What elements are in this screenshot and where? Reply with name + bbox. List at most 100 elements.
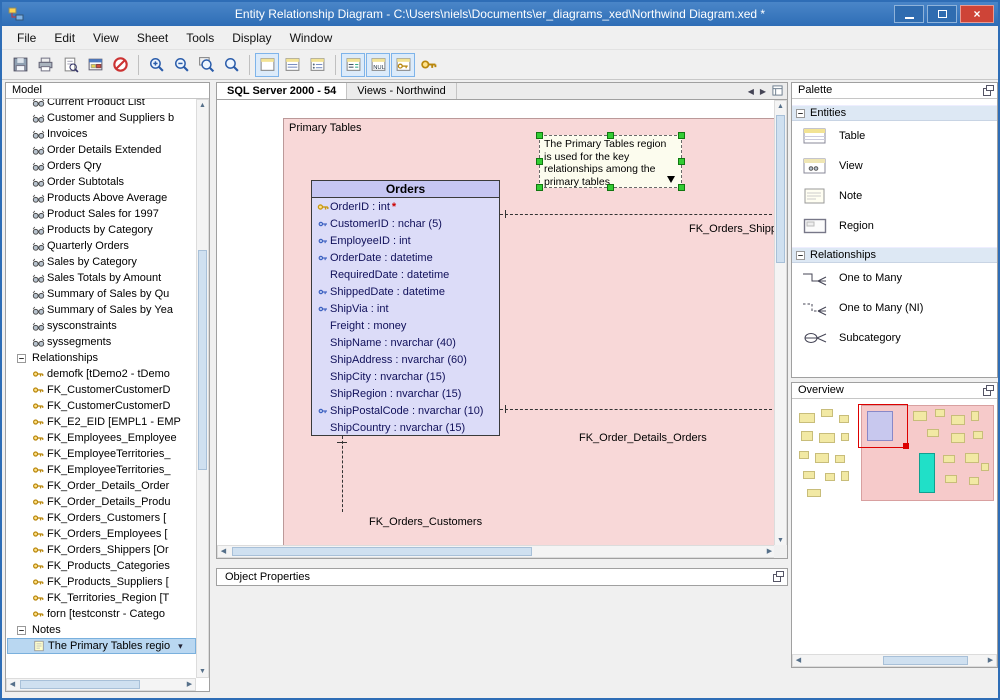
scroll-thumb[interactable] xyxy=(776,115,785,263)
palette-section-relationships[interactable]: Relationships xyxy=(792,247,997,263)
tree-node-relationships[interactable]: Relationships xyxy=(7,350,196,366)
maximize-button[interactable] xyxy=(927,5,957,23)
menu-tools[interactable]: Tools xyxy=(177,26,223,50)
entity-field[interactable]: ShipAddress : nvarchar (60) xyxy=(312,351,499,368)
tree-item-relationship[interactable]: demofk [tDemo2 - tDemo xyxy=(7,366,196,382)
model-tree-vertical-scrollbar[interactable]: ▲ ▼ xyxy=(196,99,209,678)
selection-handle[interactable] xyxy=(536,132,543,139)
orders-entity-title[interactable]: Orders xyxy=(312,181,499,198)
scroll-thumb[interactable] xyxy=(198,250,207,470)
entity-field[interactable]: ShippedDate : datetime xyxy=(312,283,499,300)
scroll-thumb[interactable] xyxy=(883,656,968,665)
tree-item-relationship[interactable]: FK_Order_Details_Produ xyxy=(7,494,196,510)
tree-item-relationship[interactable]: forn [testconstr - Catego xyxy=(7,606,196,622)
display-compact-button[interactable] xyxy=(305,53,329,77)
entity-field[interactable]: EmployeeID : int xyxy=(312,232,499,249)
palette-item-region[interactable]: Region xyxy=(792,211,997,241)
menu-sheet[interactable]: Sheet xyxy=(128,26,177,50)
model-tree-horizontal-scrollbar[interactable]: ◀ ▶ xyxy=(6,678,196,691)
save-button[interactable] xyxy=(8,53,32,77)
entity-field[interactable]: CustomerID : nchar (5) xyxy=(312,215,499,232)
scroll-up-icon[interactable]: ▲ xyxy=(775,101,786,112)
selection-handle[interactable] xyxy=(536,158,543,165)
primary-tables-region[interactable]: Primary Tables FK_Orders_Shippers FK_Ord… xyxy=(283,118,776,547)
tree-item-relationship[interactable]: FK_Products_Suppliers [ xyxy=(7,574,196,590)
selection-handle[interactable] xyxy=(607,132,614,139)
entity-field[interactable]: OrderDate : datetime xyxy=(312,249,499,266)
titlebar[interactable]: Entity Relationship Diagram - C:\Users\n… xyxy=(2,2,998,26)
show-datatypes-button[interactable] xyxy=(341,53,365,77)
scroll-up-icon[interactable]: ▲ xyxy=(197,100,208,111)
zoom-in-button[interactable] xyxy=(144,53,168,77)
tree-item-view[interactable]: syssegments xyxy=(7,334,196,350)
zoom-button[interactable] xyxy=(219,53,243,77)
diagram-layout-button[interactable] xyxy=(83,53,107,77)
tree-item-view[interactable]: Customer and Suppliers b xyxy=(7,110,196,126)
show-keys-button[interactable] xyxy=(391,53,415,77)
minus-box-icon[interactable] xyxy=(14,354,28,363)
canvas-vertical-scrollbar[interactable]: ▲ ▼ xyxy=(774,100,787,547)
float-panel-icon[interactable] xyxy=(983,85,994,101)
tab-scroll-left-icon[interactable]: ◀ xyxy=(748,87,754,96)
zoom-fit-button[interactable] xyxy=(194,53,218,77)
entity-field[interactable]: ShipCountry : nvarchar (15) xyxy=(312,419,499,436)
selection-handle[interactable] xyxy=(678,184,685,191)
selection-handle[interactable] xyxy=(536,184,543,191)
show-physical-key-button[interactable] xyxy=(416,53,440,77)
diagram-canvas[interactable]: Primary Tables FK_Orders_Shippers FK_Ord… xyxy=(216,99,788,559)
selection-handle[interactable] xyxy=(607,184,614,191)
canvas-horizontal-scrollbar[interactable]: ◀ ▶ xyxy=(217,545,776,558)
orders-entity[interactable]: Orders OrderID : int*CustomerID : nchar … xyxy=(311,180,500,436)
tree-item-relationship[interactable]: FK_Territories_Region [T xyxy=(7,590,196,606)
show-nullability-button[interactable]: NUL xyxy=(366,53,390,77)
float-panel-icon[interactable] xyxy=(773,571,784,588)
print-preview-button[interactable] xyxy=(58,53,82,77)
palette-item-table[interactable]: Table xyxy=(792,121,997,151)
palette-item-one-to-many[interactable]: One to Many xyxy=(792,263,997,293)
note[interactable]: The Primary Tables region is used for th… xyxy=(539,135,682,188)
scroll-right-icon[interactable]: ▶ xyxy=(184,679,195,690)
minimize-button[interactable] xyxy=(894,5,924,23)
tree-item-view[interactable]: Product Sales for 1997 xyxy=(7,206,196,222)
tab-scroll-right-icon[interactable]: ▶ xyxy=(760,87,766,96)
entity-field[interactable]: ShipRegion : nvarchar (15) xyxy=(312,385,499,402)
tree-item-view[interactable]: Order Subtotals xyxy=(7,174,196,190)
relationship-line-fk-order-details-orders[interactable] xyxy=(500,409,776,410)
tree-item-relationship[interactable]: FK_Orders_Shippers [Or xyxy=(7,542,196,558)
note-resize-indicator[interactable] xyxy=(667,176,675,183)
scroll-right-icon[interactable]: ▶ xyxy=(985,655,996,666)
palette-item-one-to-many-ni[interactable]: One to Many (NI) xyxy=(792,293,997,323)
close-button[interactable]: × xyxy=(960,5,994,23)
scroll-down-icon[interactable]: ▼ xyxy=(197,666,208,677)
scroll-thumb[interactable] xyxy=(232,547,532,556)
overview-minimap[interactable] xyxy=(793,399,996,654)
tree-item-note-selected[interactable]: The Primary Tables regio▾ xyxy=(7,638,196,654)
tree-item-view[interactable]: Sales Totals by Amount xyxy=(7,270,196,286)
scroll-thumb[interactable] xyxy=(20,680,140,689)
menu-file[interactable]: File xyxy=(8,26,45,50)
entity-field[interactable]: OrderID : int* xyxy=(312,198,499,215)
tree-item-relationship[interactable]: FK_Products_Categories xyxy=(7,558,196,574)
canvas-content[interactable]: Primary Tables FK_Orders_Shippers FK_Ord… xyxy=(217,100,776,547)
tree-item-relationship[interactable]: FK_Orders_Customers [ xyxy=(7,510,196,526)
scroll-left-icon[interactable]: ◀ xyxy=(218,546,229,557)
selection-handle[interactable] xyxy=(678,158,685,165)
tree-item-view[interactable]: sysconstraints xyxy=(7,318,196,334)
relationship-line-fk-orders-customers[interactable] xyxy=(342,436,343,512)
tree-item-relationship[interactable]: FK_CustomerCustomerD xyxy=(7,398,196,414)
tree-item-view[interactable]: Order Details Extended xyxy=(7,142,196,158)
tree-item-relationship[interactable]: FK_Order_Details_Order xyxy=(7,478,196,494)
entity-field[interactable]: ShipPostalCode : nvarchar (10) xyxy=(312,402,499,419)
menu-display[interactable]: Display xyxy=(223,26,280,50)
tree-node-notes[interactable]: Notes xyxy=(7,622,196,638)
minus-box-icon[interactable] xyxy=(796,109,805,118)
minus-box-icon[interactable] xyxy=(796,251,805,260)
tab-views-northwind[interactable]: Views - Northwind xyxy=(347,83,456,99)
tree-item-relationship[interactable]: FK_EmployeeTerritories_ xyxy=(7,446,196,462)
print-button[interactable] xyxy=(33,53,57,77)
zoom-out-button[interactable] xyxy=(169,53,193,77)
tab-sql-server-2000[interactable]: SQL Server 2000 - 54 xyxy=(217,83,347,99)
entity-field[interactable]: Freight : money xyxy=(312,317,499,334)
tree-item-relationship[interactable]: FK_Employees_Employee xyxy=(7,430,196,446)
scroll-left-icon[interactable]: ◀ xyxy=(7,679,18,690)
